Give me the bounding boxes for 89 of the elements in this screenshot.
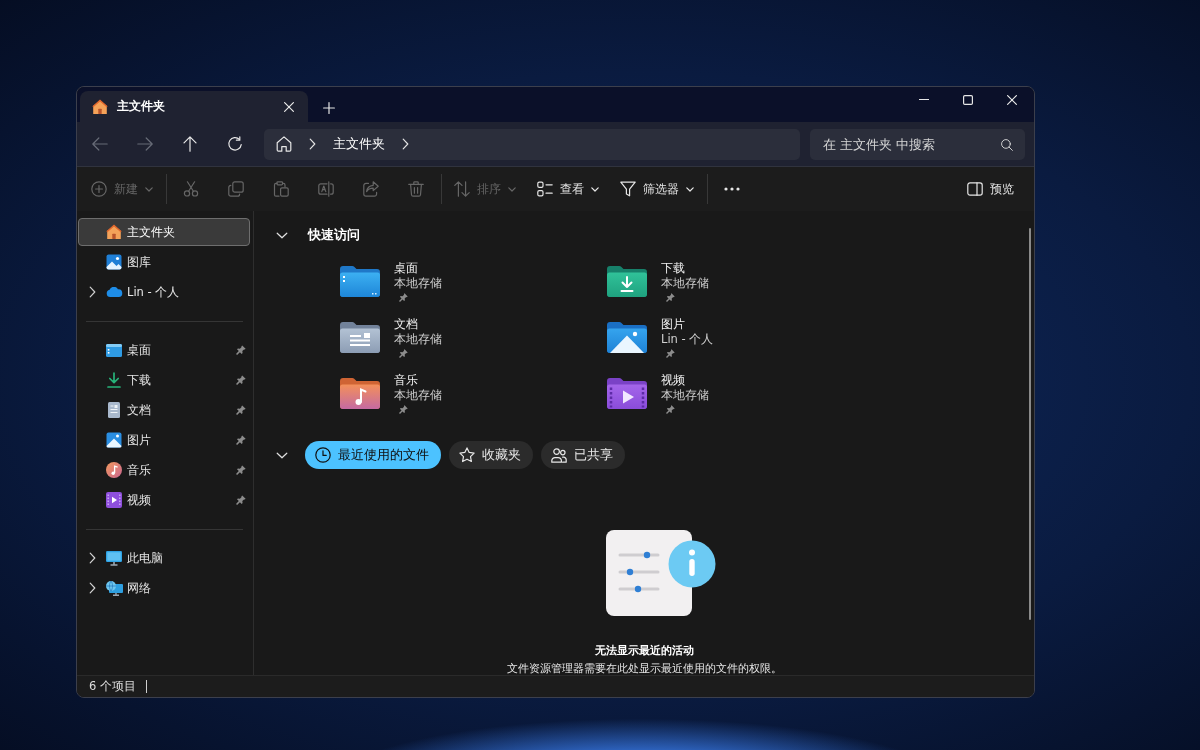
- search-field[interactable]: 在 主文件夹 中搜索: [810, 128, 1025, 160]
- folder-name[interactable]: 视频: [661, 373, 685, 388]
- folder-location: Lin - 个人: [661, 332, 714, 347]
- close-icon: [284, 101, 294, 112]
- documents-folder-icon[interactable]: [340, 322, 380, 353]
- folder-location: 本地存储: [394, 388, 442, 403]
- item-count: 6 个项目: [89, 679, 136, 694]
- computer-icon: [106, 550, 122, 566]
- people-icon: [551, 447, 567, 463]
- download-folder-icon[interactable]: [607, 266, 647, 297]
- network-icon: [105, 580, 123, 596]
- trash-icon: [408, 181, 424, 197]
- filter-icon: [620, 181, 636, 197]
- list-view-icon: [537, 181, 553, 197]
- chevron-right-icon[interactable]: [88, 286, 96, 298]
- gallery-icon: [106, 254, 122, 270]
- sort-icon: [454, 181, 470, 197]
- nav-item[interactable]: 桌面: [78, 336, 250, 364]
- view-button[interactable]: 查看: [529, 173, 607, 205]
- folder-name[interactable]: 下载: [661, 261, 685, 276]
- arrow-right-icon: [137, 137, 153, 151]
- chevron-right-icon[interactable]: [88, 552, 96, 564]
- empty-state-title: 无法显示最近的活动: [594, 643, 694, 658]
- pictures-folder-icon[interactable]: [607, 322, 647, 353]
- folder-name[interactable]: 桌面: [394, 261, 418, 276]
- copy-icon: [228, 181, 244, 197]
- folder-location: 本地存储: [661, 388, 709, 403]
- filter-tab[interactable]: 收藏夹: [449, 441, 533, 469]
- video-icon: [106, 492, 122, 508]
- home-icon: [106, 224, 122, 240]
- filter-button[interactable]: 筛选器: [612, 173, 702, 205]
- breadcrumb-item[interactable]: 主文件夹: [329, 134, 389, 154]
- chevron-right-icon: [309, 138, 316, 150]
- plus-icon: [323, 101, 335, 114]
- close-icon: [1007, 94, 1017, 105]
- home-icon: [92, 98, 108, 115]
- nav-item[interactable]: 图库: [78, 248, 250, 276]
- home-icon: [276, 136, 292, 152]
- clock-icon: [315, 447, 331, 463]
- clipboard-icon: [273, 181, 289, 197]
- empty-state-message: 文件资源管理器需要在此处显示最近使用的文件的权限。: [506, 661, 782, 675]
- document-icon: [108, 402, 120, 418]
- minimize-icon: [919, 99, 929, 100]
- nav-item[interactable]: 图片: [78, 426, 250, 454]
- nav-item[interactable]: 下载: [78, 366, 250, 394]
- nav-item[interactable]: 文档: [78, 396, 250, 424]
- folder-name[interactable]: 图片: [661, 317, 685, 332]
- nav-item[interactable]: 视频: [78, 486, 250, 514]
- nav-item[interactable]: Lin - 个人: [78, 278, 250, 306]
- more-icon: [724, 187, 740, 191]
- share-icon: [363, 181, 379, 197]
- folder-name[interactable]: 文档: [394, 317, 418, 332]
- arrow-up-icon: [183, 136, 197, 152]
- plus-circle-icon: [91, 181, 107, 197]
- filter-tab[interactable]: 最近使用的文件: [305, 441, 441, 469]
- rename-icon: [318, 181, 334, 197]
- chevron-right-icon[interactable]: [88, 582, 96, 594]
- scrollbar[interactable]: [1029, 228, 1031, 620]
- folder-name[interactable]: 音乐: [394, 373, 418, 388]
- download-icon: [107, 372, 121, 388]
- chevron-right-icon[interactable]: [402, 138, 409, 150]
- refresh-icon: [227, 136, 243, 152]
- folder-location: 本地存储: [394, 332, 442, 347]
- chevron-down-icon[interactable]: [276, 231, 288, 239]
- arrow-left-icon: [92, 137, 108, 151]
- nav-item[interactable]: 音乐: [78, 456, 250, 484]
- nav-item[interactable]: 主文件夹: [78, 218, 250, 246]
- chevron-down-icon[interactable]: [276, 451, 288, 459]
- preview-pane-icon: [967, 182, 983, 196]
- maximize-icon: [963, 94, 973, 105]
- scissors-icon: [183, 181, 199, 197]
- music-icon: [106, 462, 122, 478]
- nav-item[interactable]: 网络: [78, 574, 250, 602]
- search-icon: [1001, 138, 1013, 151]
- folder-location: 本地存储: [394, 276, 442, 291]
- desktop-folder-icon[interactable]: [340, 266, 380, 297]
- folder-location: 本地存储: [661, 276, 709, 291]
- filter-tab[interactable]: 已共享: [541, 441, 625, 469]
- preview-button[interactable]: 预览: [959, 173, 1022, 205]
- desktop-icon: [106, 343, 122, 357]
- videos-folder-icon[interactable]: [607, 378, 647, 409]
- star-icon: [459, 447, 475, 463]
- section-title: 快速访问: [308, 226, 360, 244]
- tab[interactable]: 主文件夹: [80, 91, 308, 122]
- picture-icon: [106, 432, 122, 448]
- cloud-icon: [105, 287, 123, 297]
- music-folder-icon[interactable]: [340, 378, 380, 409]
- address-bar[interactable]: 主文件夹: [264, 128, 800, 160]
- nav-item[interactable]: 此电脑: [78, 544, 250, 572]
